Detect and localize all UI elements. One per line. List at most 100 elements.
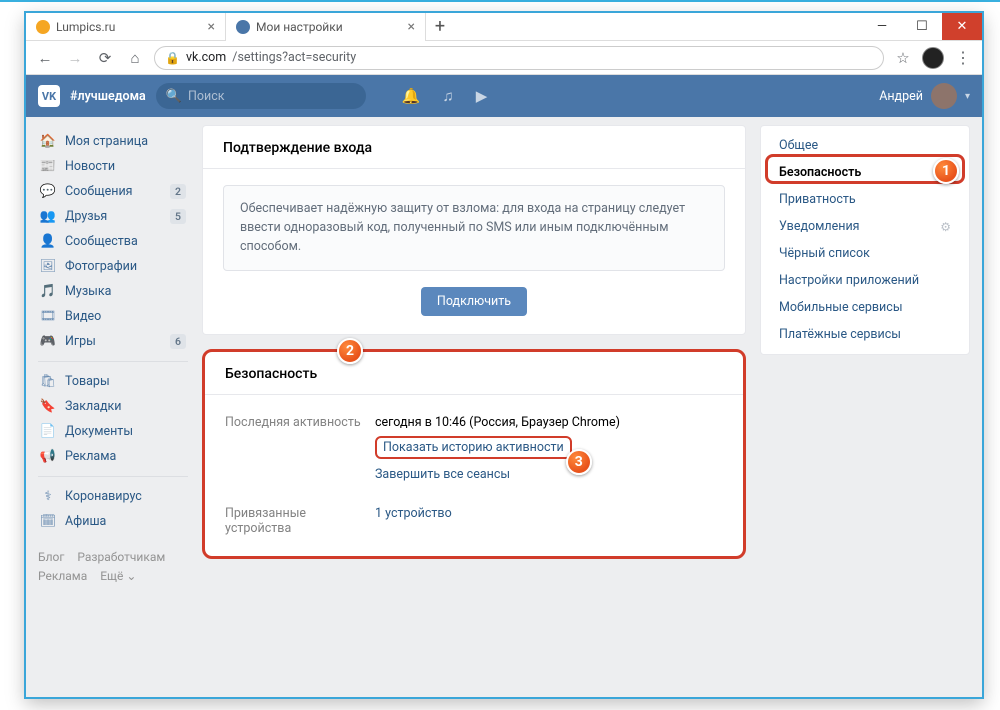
last-activity-label: Последняя активность [225, 415, 375, 430]
end-all-sessions-link[interactable]: Завершить все сеансы [375, 467, 510, 482]
user-name: Андрей [879, 89, 923, 104]
sidebar-item[interactable]: 📰Новости [38, 154, 188, 179]
nav-label: Видео [65, 309, 101, 324]
nav-label: Игры [65, 334, 96, 349]
nav-icon: 🖼 [40, 259, 56, 274]
close-tab-icon[interactable]: × [208, 19, 215, 35]
sidebar-item[interactable]: 🖼Фотографии [38, 254, 188, 279]
callout-marker-3: 3 [566, 449, 592, 475]
player-icon[interactable]: ▶ [476, 87, 488, 105]
new-tab-button[interactable]: + [426, 13, 454, 40]
separator [38, 361, 188, 362]
show-activity-history-link[interactable]: Показать историю активности [383, 440, 564, 455]
nav-icon: 👥 [40, 209, 56, 224]
nav-label: Закладки [65, 399, 122, 414]
settings-tab[interactable]: Чёрный список [761, 240, 969, 267]
music-icon[interactable]: ♫ [442, 87, 453, 105]
info-callout: Обеспечивает надёжную защиту от взлома: … [223, 185, 725, 271]
home-button[interactable]: ⌂ [124, 47, 146, 69]
favicon-icon [36, 20, 50, 34]
lock-icon: 🔒 [165, 51, 180, 65]
vk-logo-icon[interactable]: VK [38, 85, 60, 107]
sidebar-item[interactable]: 👥Друзья5 [38, 204, 188, 229]
nav-badge: 6 [170, 334, 186, 349]
vk-hashtag[interactable]: #лучшедома [70, 89, 146, 104]
footer-links: Блог Разработчикам Реклама Ещё ⌄ [38, 548, 188, 586]
menu-button[interactable]: ⋮ [952, 47, 974, 69]
settings-tab[interactable]: Общее [761, 132, 969, 159]
nav-icon: 💬 [40, 184, 56, 199]
settings-tab-label: Приватность [779, 192, 856, 207]
search-input[interactable]: 🔍 Поиск [156, 83, 366, 109]
search-placeholder: Поиск [188, 89, 225, 104]
sidebar-item[interactable]: 🔖 Закладки [38, 394, 188, 419]
forward-button[interactable]: → [64, 47, 86, 69]
nav-label: Сообщества [65, 234, 138, 249]
address-bar[interactable]: 🔒 vk.com/settings?act=security [154, 46, 884, 70]
panel-title: Подтверждение входа [203, 126, 745, 169]
panel-title: Безопасность [205, 352, 743, 395]
separator [38, 476, 188, 477]
settings-tab-label: Мобильные сервисы [779, 300, 903, 315]
browser-toolbar: ← → ⟳ ⌂ 🔒 vk.com/settings?act=security ☆… [26, 41, 982, 75]
sidebar-item[interactable]: 🛍Товары [38, 369, 188, 394]
settings-tab[interactable]: Настройки приложений [761, 267, 969, 294]
user-menu[interactable]: Андрей ▾ [879, 83, 970, 109]
devices-link[interactable]: 1 устройство [375, 506, 452, 521]
maximize-button[interactable]: ☐ [902, 13, 942, 40]
sidebar-item[interactable]: 👤Сообщества [38, 229, 188, 254]
sidebar-item[interactable]: 💬Сообщения2 [38, 179, 188, 204]
sidebar-item[interactable]: 🏠Моя страница [38, 129, 188, 154]
settings-tab[interactable]: Приватность [761, 186, 969, 213]
security-panel: 2 Безопасность Последняя активность сего… [202, 349, 746, 559]
sidebar-item[interactable]: 📢Реклама [38, 444, 188, 469]
show-activity-history-link-outline: Показать историю активности 3 [375, 436, 572, 459]
footer-link[interactable]: Ещё ⌄ [100, 569, 136, 583]
settings-tab[interactable]: Мобильные сервисы [761, 294, 969, 321]
url-path: /settings?act=security [232, 50, 356, 65]
nav-label: Сообщения [65, 184, 133, 199]
browser-tabbar: Lumpics.ru × Мои настройки × + — ☐ ✕ [26, 13, 982, 41]
header-icons: 🔔 ♫ ▶ [402, 87, 487, 105]
settings-tab[interactable]: Уведомления⚙ [761, 213, 969, 240]
back-button[interactable]: ← [34, 47, 56, 69]
minimize-button[interactable]: — [862, 13, 902, 40]
reload-button[interactable]: ⟳ [94, 47, 116, 69]
nav-label: Документы [65, 424, 133, 439]
nav-icon: 📢 [40, 449, 56, 464]
sidebar-item[interactable]: 🎵Музыка [38, 279, 188, 304]
nav-label: Музыка [65, 284, 111, 299]
sidebar-item[interactable]: 🗓 Афиша [38, 509, 188, 534]
nav-badge: 5 [170, 209, 186, 224]
enable-2fa-button[interactable]: Подключить [421, 287, 527, 316]
profile-avatar-icon[interactable] [922, 47, 944, 69]
close-tab-icon[interactable]: × [408, 19, 415, 35]
window-controls: — ☐ ✕ [862, 13, 982, 40]
last-activity-value: сегодня в 10:46 (Россия, Браузер Chrome) [375, 415, 620, 430]
page-body: 🏠Моя страница📰Новости💬Сообщения2👥Друзья5… [26, 117, 982, 697]
left-sidebar: 🏠Моя страница📰Новости💬Сообщения2👥Друзья5… [38, 125, 188, 697]
nav-icon: 🛍 [40, 374, 56, 389]
sidebar-item[interactable]: 🎮Игры6 [38, 329, 188, 354]
vk-header: VK #лучшедома 🔍 Поиск 🔔 ♫ ▶ Андрей ▾ [26, 75, 982, 117]
browser-tab-lumpics[interactable]: Lumpics.ru × [26, 13, 226, 41]
nav-icon: 📄 [40, 424, 56, 439]
footer-link[interactable]: Блог [38, 550, 64, 564]
browser-tab-vk-settings[interactable]: Мои настройки × [226, 13, 426, 41]
sidebar-item[interactable]: 📄 Документы [38, 419, 188, 444]
footer-link[interactable]: Реклама [38, 569, 87, 583]
sidebar-item[interactable]: 🎞Видео [38, 304, 188, 329]
settings-tab[interactable]: Платёжные сервисы [761, 321, 969, 348]
nav-icon: 🔖 [40, 399, 56, 414]
close-window-button[interactable]: ✕ [942, 13, 982, 40]
nav-icon: 🗓 [40, 514, 56, 529]
tab-title: Lumpics.ru [56, 20, 115, 34]
gear-icon[interactable]: ⚙ [940, 220, 951, 234]
footer-link[interactable]: Разработчикам [77, 550, 165, 564]
sidebar-item[interactable]: ⚕Коронавирус [38, 484, 188, 509]
star-icon[interactable]: ☆ [892, 47, 914, 69]
notifications-icon[interactable]: 🔔 [402, 87, 421, 105]
nav-icon: 🏠 [40, 134, 56, 149]
settings-tab-label: Настройки приложений [779, 273, 919, 288]
nav-label: Афиша [65, 514, 106, 529]
